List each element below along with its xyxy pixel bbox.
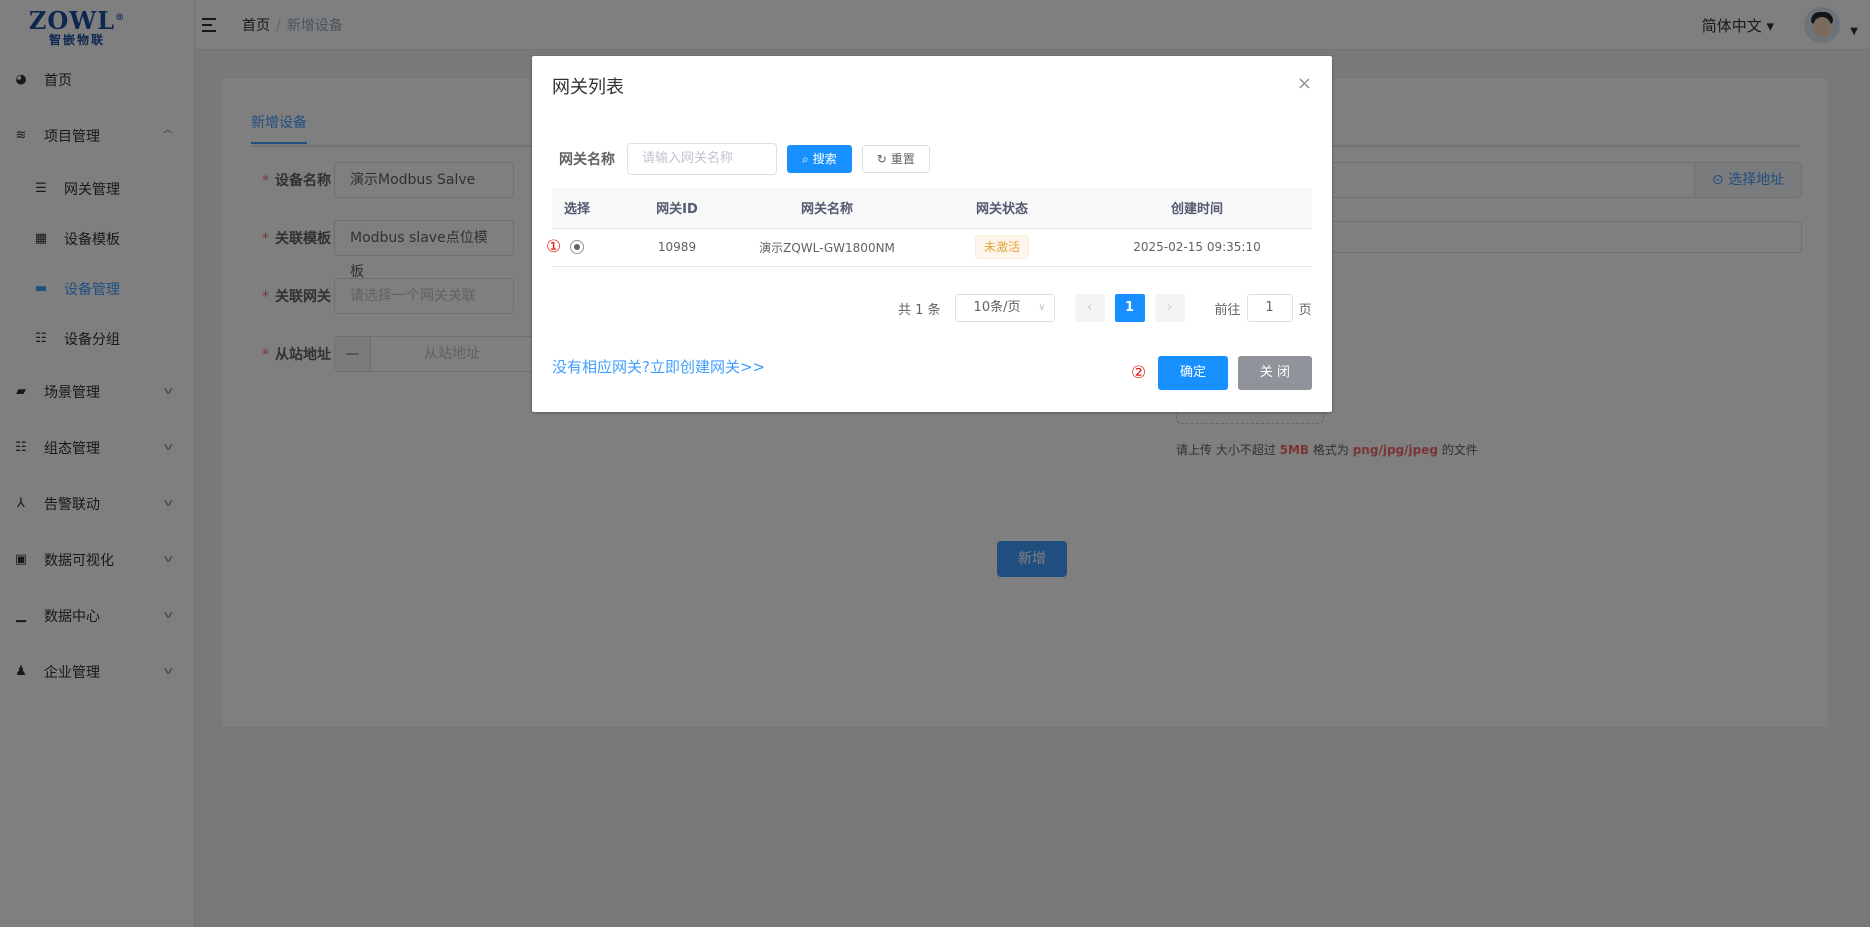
step-marker-2: ② bbox=[1131, 363, 1147, 383]
page-size-select[interactable]: 10条/页 ∨ bbox=[954, 294, 1055, 322]
next-page-button[interactable]: › bbox=[1154, 294, 1185, 322]
reset-button[interactable]: ↻ 重置 bbox=[861, 145, 930, 173]
create-gateway-link[interactable]: 没有相应网关?立即创建网关>> bbox=[552, 356, 765, 377]
status-badge: 未激活 bbox=[974, 235, 1029, 259]
gateway-name-input[interactable]: 请输入网关名称 bbox=[627, 143, 777, 175]
close-icon[interactable]: × bbox=[1297, 74, 1312, 94]
goto-page-input[interactable]: 1 bbox=[1246, 294, 1293, 322]
column-header: 网关状态 bbox=[922, 188, 1082, 229]
select-radio[interactable] bbox=[570, 240, 584, 255]
table-row[interactable]: 10989 演示ZQWL-GW1800NM 未激活 2025-02-15 09:… bbox=[552, 228, 1312, 267]
pagination: 共 1 条 10条/页 ∨ ‹ 1 › 前往 1 页 bbox=[898, 294, 1312, 322]
gateway-list-dialog: 网关列表 × 网关名称 请输入网关名称 ⌕ 搜索 ↻ 重置 选择 网关ID 网关名称… bbox=[532, 56, 1332, 412]
pagination-total: 共 1 条 bbox=[898, 302, 941, 318]
column-header: 网关名称 bbox=[732, 188, 922, 229]
gateway-name: 演示ZQWL-GW1800NM bbox=[732, 228, 922, 267]
close-button[interactable]: 关 闭 bbox=[1238, 356, 1312, 390]
column-header: 创建时间 bbox=[1082, 188, 1312, 229]
search-label: 网关名称 bbox=[559, 152, 615, 168]
step-marker-1: ① bbox=[546, 237, 562, 257]
refresh-icon: ↻ bbox=[876, 152, 887, 166]
dialog-title: 网关列表 bbox=[552, 77, 624, 98]
search-icon: ⌕ bbox=[802, 152, 809, 166]
goto-label: 前往 bbox=[1214, 302, 1241, 318]
column-header: 网关ID bbox=[622, 188, 732, 229]
gateway-id: 10989 bbox=[622, 228, 732, 267]
prev-page-button[interactable]: ‹ bbox=[1074, 294, 1105, 322]
chevron-down-icon: ∨ bbox=[1038, 302, 1046, 313]
column-header: 选择 bbox=[552, 188, 622, 229]
confirm-button[interactable]: 确定 bbox=[1158, 356, 1228, 390]
search-row: 网关名称 请输入网关名称 ⌕ 搜索 ↻ 重置 bbox=[559, 143, 930, 175]
page-unit-label: 页 bbox=[1298, 302, 1312, 318]
page-number-button[interactable]: 1 bbox=[1114, 294, 1145, 322]
search-button[interactable]: ⌕ 搜索 bbox=[787, 145, 852, 173]
gateway-table: 选择 网关ID 网关名称 网关状态 创建时间 10989 演示ZQWL-GW18… bbox=[552, 188, 1312, 267]
table-header: 选择 网关ID 网关名称 网关状态 创建时间 bbox=[552, 188, 1312, 229]
created-time: 2025-02-15 09:35:10 bbox=[1082, 228, 1312, 267]
